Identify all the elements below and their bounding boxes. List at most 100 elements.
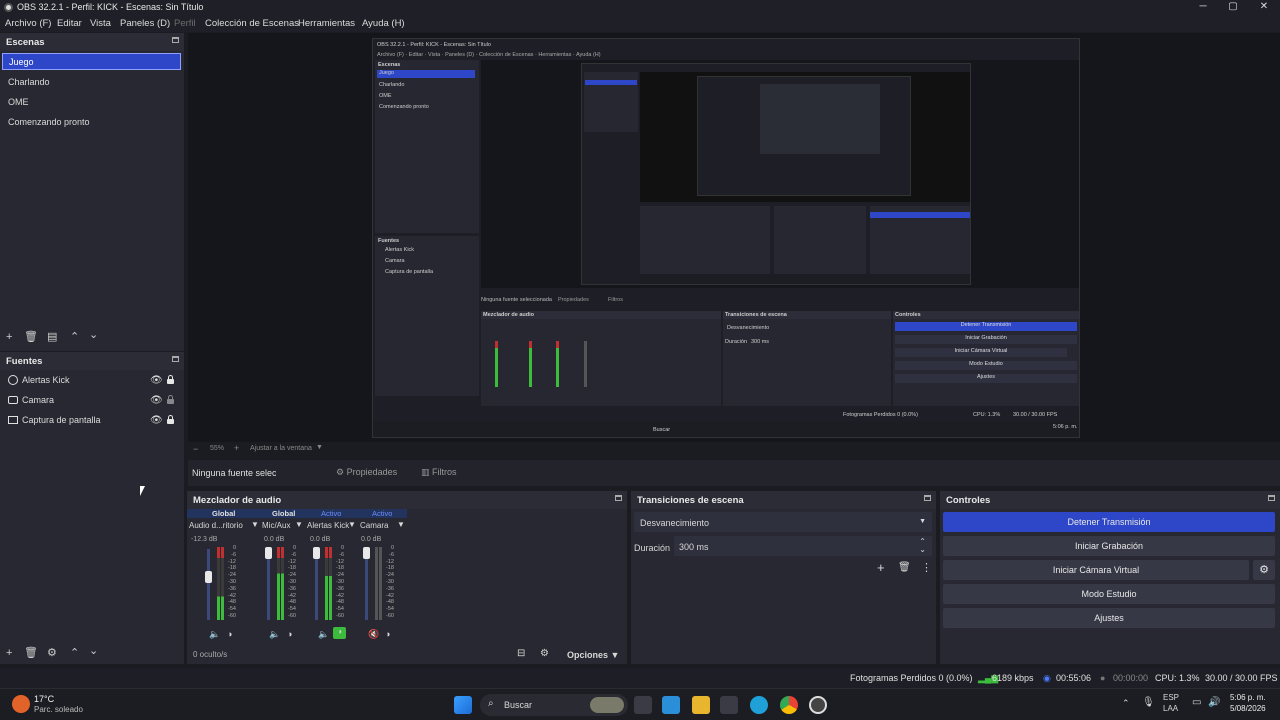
volume-fader-handle[interactable] <box>313 547 320 559</box>
mixer-options-button[interactable]: Opciones ▼ <box>567 650 619 660</box>
zoom-out-icon[interactable]: − <box>193 444 198 454</box>
undock-icon[interactable] <box>172 356 179 362</box>
move-up-icon[interactable]: ⌃ <box>70 332 79 343</box>
scene-item-ome[interactable]: OME <box>2 94 181 111</box>
chevron-down-icon[interactable]: ▼ <box>397 520 405 529</box>
menu-scene-collection[interactable]: Colección de Escenas <box>205 18 299 29</box>
source-item-alertas-kick[interactable]: Alertas Kick 👁 <box>2 372 181 389</box>
studio-mode-button[interactable]: Modo Estudio <box>943 584 1275 604</box>
settings-button[interactable]: Ajustes <box>943 608 1275 628</box>
scene-item-charlando[interactable]: Charlando <box>2 74 181 91</box>
network-icon[interactable]: ▭ <box>1192 697 1201 708</box>
chevron-down-icon[interactable]: ▼ <box>316 444 323 451</box>
task-view-icon[interactable] <box>634 696 652 714</box>
channel-name[interactable]: Audio d...ritorio <box>189 521 243 530</box>
zoom-in-icon[interactable]: + <box>234 443 239 453</box>
menu-file[interactable]: Archivo (F) <box>5 18 51 29</box>
volume-fader[interactable] <box>267 549 270 620</box>
menu-profile[interactable]: Perfil <box>174 18 196 29</box>
advanced-audio-gear-icon[interactable]: ⚙ <box>540 648 549 659</box>
channel-name[interactable]: Camara <box>360 521 388 530</box>
remove-scene-icon[interactable]: 🗑 <box>24 332 38 343</box>
volume-fader-handle[interactable] <box>363 547 370 559</box>
undock-icon[interactable] <box>1268 495 1275 501</box>
menu-tools[interactable]: Herramientas <box>298 18 355 29</box>
volume-fader-handle[interactable] <box>265 547 272 559</box>
chevron-down-icon[interactable]: ▼ <box>348 520 356 529</box>
unlock-icon[interactable] <box>167 395 174 404</box>
weather-icon[interactable] <box>12 695 30 713</box>
minimize-button[interactable]: ─ <box>1188 0 1218 15</box>
visibility-eye-icon[interactable]: 👁 <box>150 375 163 386</box>
remove-transition-icon[interactable]: 🗑 <box>898 562 911 573</box>
taskbar-search[interactable]: ⌕ Buscar <box>480 694 628 716</box>
volume-fader[interactable] <box>207 549 210 620</box>
volume-fader[interactable] <box>315 549 318 620</box>
remove-source-icon[interactable]: 🗑 <box>24 648 38 659</box>
more-options-icon[interactable]: ⋮ <box>921 561 932 574</box>
add-source-icon[interactable]: + <box>6 648 12 659</box>
add-transition-icon[interactable]: + <box>877 560 885 575</box>
visibility-eye-icon[interactable]: 👁 <box>150 395 163 406</box>
scene-filters-icon[interactable]: ▤ <box>47 332 57 343</box>
menu-edit[interactable]: Editar <box>57 18 82 29</box>
scene-item-comenzando-pronto[interactable]: Comenzando pronto <box>2 114 181 131</box>
muted-speaker-icon[interactable]: 🔇 <box>368 629 379 640</box>
file-explorer-icon[interactable] <box>692 696 710 714</box>
speaker-icon[interactable]: 🔈 <box>269 629 280 640</box>
microphone-icon[interactable]: 🎙 <box>1142 697 1155 708</box>
filters-button[interactable]: ▥ Filtros <box>421 467 457 478</box>
lock-icon[interactable] <box>167 415 174 424</box>
headphone-monitor-icon[interactable]: ◑ <box>287 629 292 639</box>
volume-fader[interactable] <box>365 549 368 620</box>
scene-item-juego[interactable]: Juego <box>2 53 181 70</box>
properties-button[interactable]: ⚙ Propiedades <box>336 467 397 478</box>
transition-select[interactable]: Desvanecimiento ▼ <box>634 512 932 532</box>
maximize-button[interactable]: ▢ <box>1218 0 1248 15</box>
speaker-icon[interactable]: 🔈 <box>209 629 220 640</box>
language-code[interactable]: ESP <box>1163 693 1179 702</box>
stop-streaming-button[interactable]: Detener Transmisión <box>943 512 1275 532</box>
menu-view[interactable]: Vista <box>90 18 111 29</box>
start-recording-button[interactable]: Iniciar Grabación <box>943 536 1275 556</box>
headphone-monitor-icon[interactable]: ◑ <box>227 629 232 639</box>
chevron-down-icon[interactable]: ▼ <box>251 520 259 529</box>
chevron-down-icon[interactable]: ⌄ <box>919 545 926 554</box>
chevron-down-icon[interactable]: ▼ <box>295 520 303 529</box>
store-icon[interactable] <box>720 696 738 714</box>
close-button[interactable]: ✕ <box>1249 0 1279 15</box>
duration-spinbox[interactable]: 300 ms ⌃ ⌄ <box>674 536 932 556</box>
widgets-app-icon[interactable] <box>662 696 680 714</box>
chrome-browser-icon[interactable] <box>780 696 798 714</box>
headphone-monitor-active-icon[interactable]: ◑ <box>333 627 346 639</box>
speaker-icon[interactable]: 🔈 <box>318 629 329 640</box>
move-down-icon[interactable]: ⌄ <box>89 330 98 341</box>
start-virtual-camera-button[interactable]: Iniciar Cámara Virtual <box>943 560 1249 580</box>
volume-fader-handle[interactable] <box>205 571 212 583</box>
menu-help[interactable]: Ayuda (H) <box>362 18 405 29</box>
edge-browser-icon[interactable] <box>750 696 768 714</box>
windows-start-icon[interactable] <box>454 696 472 714</box>
add-scene-icon[interactable]: + <box>6 332 12 343</box>
menu-docks[interactable]: Paneles (D) <box>120 18 170 29</box>
clock-time[interactable]: 5:06 p. m. <box>1230 693 1266 702</box>
undock-icon[interactable] <box>924 495 931 501</box>
source-properties-gear-icon[interactable]: ⚙ <box>47 648 57 659</box>
source-item-captura-de-pantalla[interactable]: Captura de pantalla 👁 <box>2 412 181 429</box>
channel-name[interactable]: Alertas Kick <box>307 521 349 530</box>
zoom-fit-select[interactable]: Ajustar a la ventana <box>250 445 312 452</box>
lock-icon[interactable] <box>167 375 174 384</box>
volume-icon[interactable]: 🔊 <box>1208 697 1220 708</box>
visibility-eye-icon[interactable]: 👁 <box>150 415 163 426</box>
obs-taskbar-icon[interactable] <box>809 696 827 714</box>
source-item-camara[interactable]: Camara 👁 <box>2 392 181 409</box>
undock-icon[interactable] <box>615 495 622 501</box>
virtual-camera-gear-icon[interactable]: ⚙ <box>1253 560 1275 580</box>
mixer-layout-icon[interactable]: ⊟ <box>517 648 525 659</box>
tray-chevron-up-icon[interactable]: ⌃ <box>1122 698 1130 709</box>
headphone-monitor-icon[interactable]: ◑ <box>385 629 390 639</box>
move-down-icon[interactable]: ⌄ <box>89 646 98 657</box>
undock-icon[interactable] <box>172 37 179 43</box>
move-up-icon[interactable]: ⌃ <box>70 648 79 659</box>
channel-name[interactable]: Mic/Aux <box>262 521 290 530</box>
